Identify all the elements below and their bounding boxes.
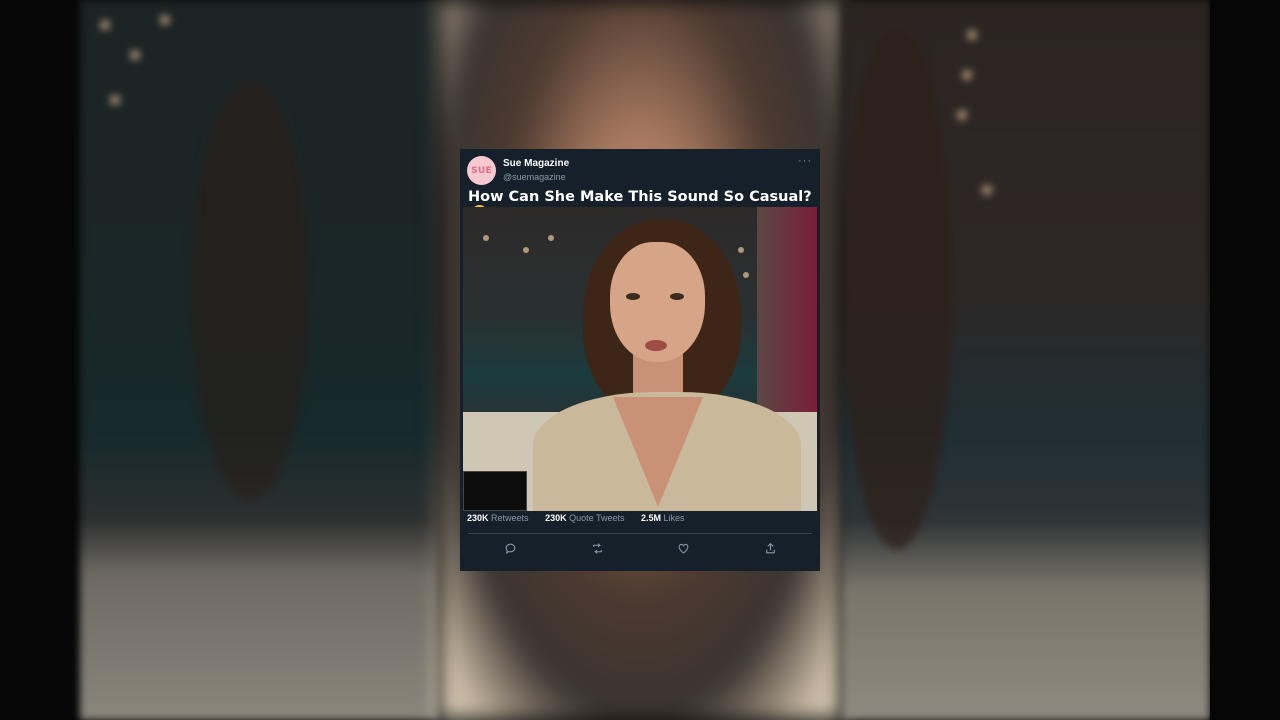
quote-tweets-stat[interactable]: 230K Quote Tweets <box>545 513 624 523</box>
tweet-stats: 230K Retweets 230K Quote Tweets 2.5M Lik… <box>467 513 685 523</box>
reply-icon[interactable] <box>501 539 519 557</box>
divider <box>468 533 812 534</box>
share-icon[interactable] <box>761 539 779 557</box>
letterbox-left <box>0 0 80 720</box>
headline-text: How Can She Make This Sound So Casual? <box>468 189 812 205</box>
blurred-background-left <box>80 0 438 720</box>
blurred-background-right <box>842 0 1210 720</box>
letterbox-right <box>1210 0 1280 720</box>
tweet-media-image[interactable] <box>463 207 817 511</box>
avatar[interactable]: SUE <box>467 156 496 185</box>
tweet-actions <box>460 539 820 559</box>
account-name[interactable]: Sue Magazine <box>503 158 569 169</box>
retweet-icon[interactable] <box>588 539 606 557</box>
like-icon[interactable] <box>674 539 692 557</box>
account-handle[interactable]: @suemagazine <box>503 172 566 182</box>
tweet-card: SUE Sue Magazine @suemagazine ··· How Ca… <box>460 149 820 571</box>
avatar-text: SUE <box>471 165 492 176</box>
retweets-stat[interactable]: 230K Retweets <box>467 513 529 523</box>
likes-stat[interactable]: 2.5M Likes <box>641 513 685 523</box>
channel-logo <box>463 471 527 511</box>
more-options-icon[interactable]: ··· <box>798 155 812 167</box>
